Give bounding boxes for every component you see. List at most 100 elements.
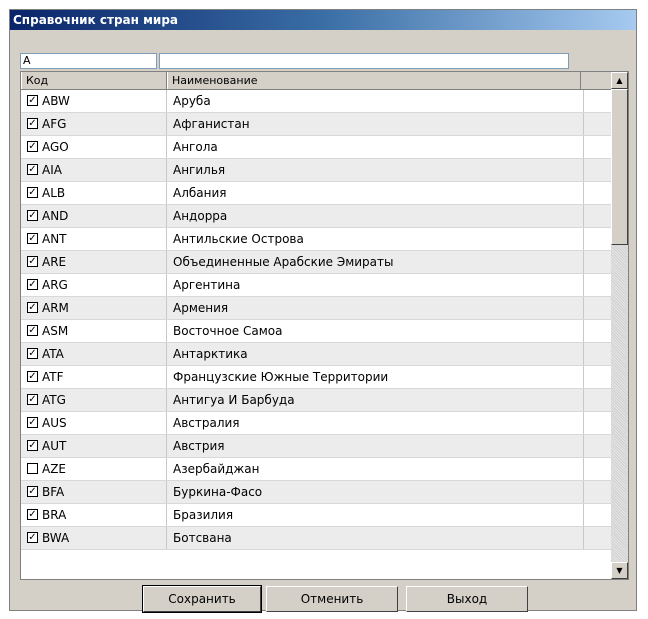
code-cell: ✓ ARM — [21, 297, 167, 319]
table-row[interactable]: ✓ BFA Буркина-Фасо — [21, 481, 611, 504]
country-code: ARM — [42, 301, 69, 315]
row-checkbox[interactable]: ✓ — [27, 233, 38, 244]
name-filter-input[interactable] — [159, 53, 569, 69]
row-checkbox[interactable]: ✓ — [27, 210, 38, 221]
row-checkbox[interactable]: ✓ — [27, 164, 38, 175]
row-checkbox[interactable]: ✓ — [27, 532, 38, 543]
code-cell: ✓ AUS — [21, 412, 167, 434]
table-row[interactable]: ✓ AUT Австрия — [21, 435, 611, 458]
arrow-up-icon[interactable]: ▲ — [611, 72, 628, 89]
table-row[interactable]: ✓ ARE Объединенные Арабские Эмираты — [21, 251, 611, 274]
code-filter-input[interactable]: A — [20, 53, 157, 69]
country-code: AND — [42, 209, 69, 223]
country-name: Ботсвана — [167, 527, 584, 549]
table-row[interactable]: ✓ ARM Армения — [21, 297, 611, 320]
row-checkbox[interactable]: ✓ — [27, 440, 38, 451]
column-header-code[interactable]: Код — [21, 72, 167, 89]
row-checkbox[interactable]: ✓ — [27, 348, 38, 359]
code-cell: ✓ ARE — [21, 251, 167, 273]
code-cell: ✓ ATG — [21, 389, 167, 411]
country-name: Аруба — [167, 90, 584, 112]
table-row[interactable]: ✓ ABW Аруба — [21, 90, 611, 113]
country-code: ARE — [42, 255, 67, 269]
code-cell: ✓ ARG — [21, 274, 167, 296]
table-row[interactable]: ✓ ATA Антарктика — [21, 343, 611, 366]
table-row[interactable]: ✓ AND Андорра — [21, 205, 611, 228]
country-name: Австралия — [167, 412, 584, 434]
country-code: BFA — [42, 485, 65, 499]
country-code: AZE — [42, 462, 67, 476]
country-name: Аргентина — [167, 274, 584, 296]
vertical-scrollbar[interactable]: ▲ ▼ — [611, 72, 628, 579]
grid-header: Код Наименование — [21, 72, 611, 90]
country-code: AGO — [42, 140, 69, 154]
country-name: Восточное Самоа — [167, 320, 584, 342]
row-checkbox[interactable]: ✓ — [27, 394, 38, 405]
table-row[interactable]: AZE Азербайджан — [21, 458, 611, 481]
country-code: AIA — [42, 163, 62, 177]
country-code: BWA — [42, 531, 70, 545]
country-code: ATG — [42, 393, 66, 407]
window-title: Справочник стран мира — [10, 10, 636, 30]
table-row[interactable]: ✓ ALB Албания — [21, 182, 611, 205]
code-cell: ✓ ABW — [21, 90, 167, 112]
row-checkbox[interactable]: ✓ — [27, 141, 38, 152]
country-code: BRA — [42, 508, 67, 522]
table-row[interactable]: ✓ ATG Антигуа И Барбуда — [21, 389, 611, 412]
row-checkbox[interactable]: ✓ — [27, 302, 38, 313]
country-name: Армения — [167, 297, 584, 319]
code-cell: ✓ BRA — [21, 504, 167, 526]
country-name: Антильские Острова — [167, 228, 584, 250]
cancel-button[interactable]: Отменить — [266, 586, 398, 612]
country-code: AUS — [42, 416, 67, 430]
scroll-thumb[interactable] — [611, 89, 628, 245]
arrow-down-icon[interactable]: ▼ — [611, 562, 628, 579]
country-name: Албания — [167, 182, 584, 204]
code-cell: AZE — [21, 458, 167, 480]
code-cell: ✓ BFA — [21, 481, 167, 503]
row-checkbox[interactable]: ✓ — [27, 118, 38, 129]
code-cell: ✓ ATA — [21, 343, 167, 365]
table-row[interactable]: ✓ BWA Ботсвана — [21, 527, 611, 550]
row-checkbox[interactable]: ✓ — [27, 187, 38, 198]
country-code: ATA — [42, 347, 64, 361]
code-cell: ✓ AIA — [21, 159, 167, 181]
row-checkbox[interactable]: ✓ — [27, 509, 38, 520]
country-code: AFG — [42, 117, 67, 131]
country-code: ALB — [42, 186, 66, 200]
country-code: AUT — [42, 439, 67, 453]
code-cell: ✓ AUT — [21, 435, 167, 457]
column-header-name[interactable]: Наименование — [167, 72, 581, 89]
table-row[interactable]: ✓ AGO Ангола — [21, 136, 611, 159]
country-name: Андорра — [167, 205, 584, 227]
row-checkbox[interactable]: ✓ — [27, 371, 38, 382]
table-row[interactable]: ✓ ANT Антильские Острова — [21, 228, 611, 251]
save-button[interactable]: Сохранить — [142, 585, 262, 613]
country-name: Ангилья — [167, 159, 584, 181]
row-checkbox[interactable] — [27, 463, 38, 474]
table-row[interactable]: ✓ ATF Французские Южные Территории — [21, 366, 611, 389]
country-name: Азербайджан — [167, 458, 584, 480]
table-row[interactable]: ✓ AUS Австралия — [21, 412, 611, 435]
country-name: Ангола — [167, 136, 584, 158]
countries-dialog: Справочник стран мира A Код Наименование… — [9, 9, 637, 613]
row-checkbox[interactable]: ✓ — [27, 325, 38, 336]
table-row[interactable]: ✓ AIA Ангилья — [21, 159, 611, 182]
row-checkbox[interactable]: ✓ — [27, 256, 38, 267]
row-checkbox[interactable]: ✓ — [27, 486, 38, 497]
table-row[interactable]: ✓ ASM Восточное Самоа — [21, 320, 611, 343]
table-row[interactable]: ✓ BRA Бразилия — [21, 504, 611, 527]
code-cell: ✓ ASM — [21, 320, 167, 342]
code-cell: ✓ ATF — [21, 366, 167, 388]
exit-button[interactable]: Выход — [406, 586, 528, 612]
table-row[interactable]: ✓ ARG Аргентина — [21, 274, 611, 297]
code-cell: ✓ ANT — [21, 228, 167, 250]
row-checkbox[interactable]: ✓ — [27, 95, 38, 106]
country-name: Объединенные Арабские Эмираты — [167, 251, 584, 273]
country-name: Антигуа И Барбуда — [167, 389, 584, 411]
code-cell: ✓ BWA — [21, 527, 167, 549]
row-checkbox[interactable]: ✓ — [27, 417, 38, 428]
code-cell: ✓ AND — [21, 205, 167, 227]
row-checkbox[interactable]: ✓ — [27, 279, 38, 290]
table-row[interactable]: ✓ AFG Афганистан — [21, 113, 611, 136]
